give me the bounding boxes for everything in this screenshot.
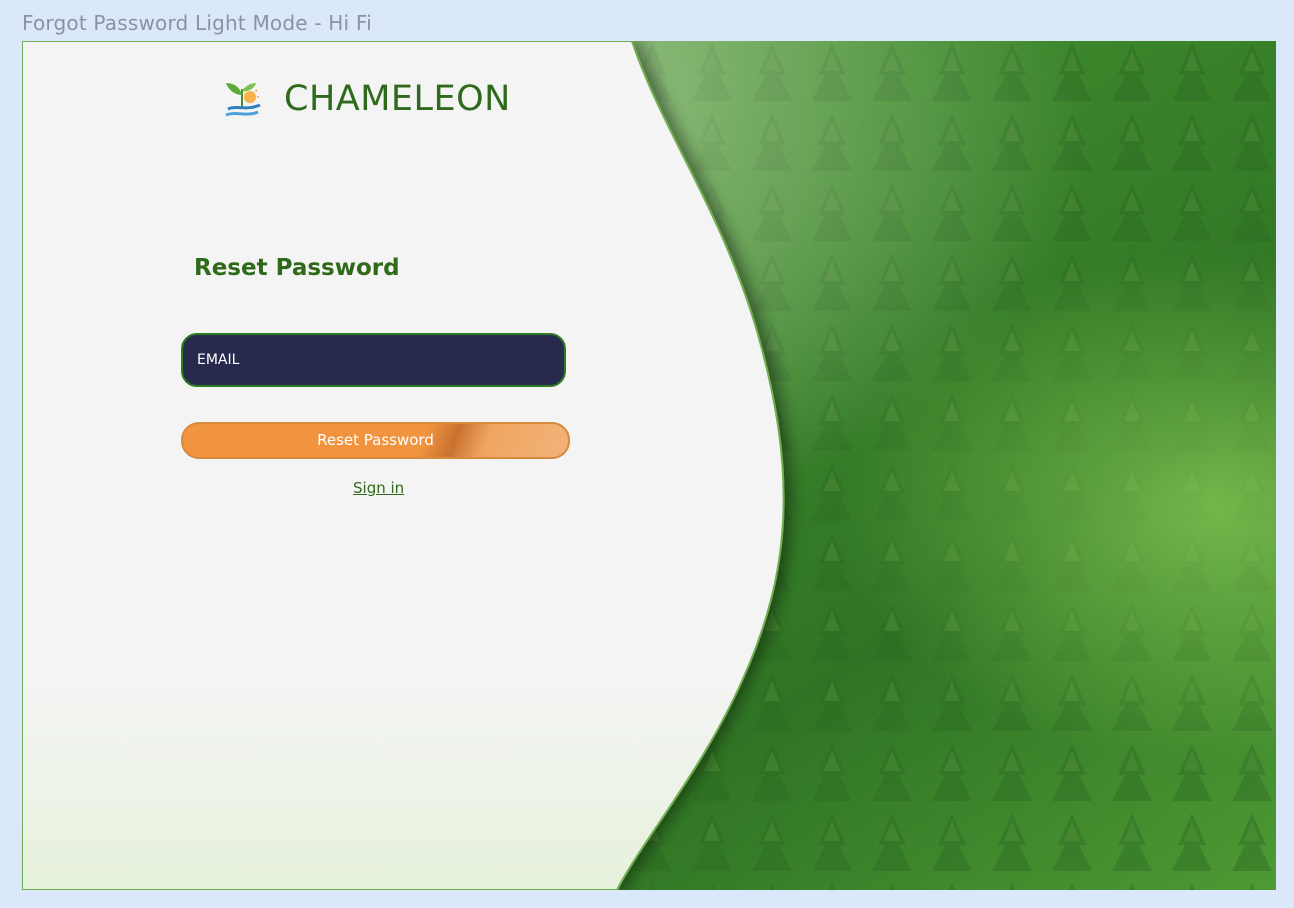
- reset-password-button[interactable]: Reset Password: [181, 422, 570, 459]
- frame-title: Forgot Password Light Mode - Hi Fi: [22, 11, 372, 35]
- forest-background-image: [22, 41, 1276, 890]
- sign-in-link[interactable]: Sign in: [353, 479, 404, 497]
- email-field[interactable]: [181, 333, 566, 387]
- brand-name: CHAMELEON: [284, 79, 511, 119]
- brand-header: CHAMELEON: [222, 77, 511, 121]
- email-input[interactable]: [195, 351, 559, 369]
- forgot-password-page: CHAMELEON Reset Password Reset Password …: [22, 41, 1276, 890]
- sprout-sun-water-logo-icon: [225, 83, 261, 117]
- page-title: Reset Password: [194, 255, 400, 281]
